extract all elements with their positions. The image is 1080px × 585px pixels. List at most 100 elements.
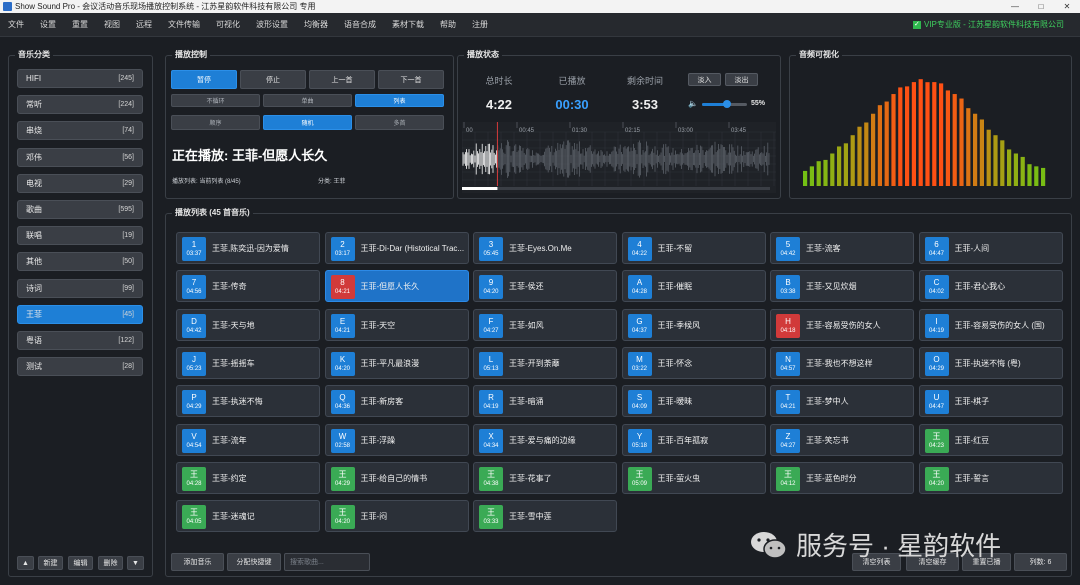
menu-file-transfer[interactable]: 文件传输 xyxy=(160,19,208,30)
multi-button[interactable]: 多首 xyxy=(355,115,444,130)
add-music-button[interactable]: 添加音乐 xyxy=(171,553,224,571)
menu-reset[interactable]: 重置 xyxy=(64,19,96,30)
new-category-button[interactable]: 新建 xyxy=(38,556,63,570)
song-tile[interactable]: Z 04:27 王菲-笑忘书 xyxy=(770,423,914,456)
edit-category-button[interactable]: 编辑 xyxy=(68,556,93,570)
song-tile[interactable]: R 04:19 王菲-暗涌 xyxy=(473,385,617,418)
category-item[interactable]: HIFI [245] xyxy=(17,69,143,88)
sequential-button[interactable]: 顺序 xyxy=(171,115,260,130)
single-loop-button[interactable]: 单曲 xyxy=(263,94,352,107)
assign-hotkey-button[interactable]: 分配快捷键 xyxy=(227,553,281,571)
song-tile[interactable]: 6 04:47 王菲-人间 xyxy=(918,232,1063,264)
song-tile[interactable]: 王 04:28 王菲-约定 xyxy=(176,461,320,494)
song-tile[interactable]: G 04:37 王菲-季候风 xyxy=(621,308,766,341)
random-button[interactable]: 随机 xyxy=(263,115,352,130)
category-item[interactable]: 电视 [29] xyxy=(17,173,143,193)
stop-button[interactable]: 停止 xyxy=(240,70,306,89)
move-down-button[interactable]: ▼ xyxy=(127,556,144,570)
song-tile[interactable]: J 05:23 王菲-摇摇车 xyxy=(176,346,320,379)
song-tile[interactable]: 9 04:20 王菲-侯还 xyxy=(473,270,617,303)
next-button[interactable]: 下一首 xyxy=(378,70,444,89)
close-icon[interactable]: ✕ xyxy=(1054,0,1080,13)
song-tile[interactable]: I 04:19 王菲-容易受伤的女人 (国) xyxy=(918,308,1063,341)
song-tile[interactable]: Y 05:18 王菲-百年孤寂 xyxy=(621,423,766,456)
song-tile[interactable]: W 02:58 王菲-浮躁 xyxy=(324,423,469,456)
category-item[interactable]: 串烧 [74] xyxy=(17,121,143,141)
menu-file[interactable]: 文件 xyxy=(0,19,32,30)
list-loop-button[interactable]: 列表 xyxy=(355,94,444,107)
search-input[interactable] xyxy=(284,553,370,571)
no-loop-button[interactable]: 不循环 xyxy=(171,94,260,107)
previous-button[interactable]: 上一首 xyxy=(309,70,375,89)
song-tile[interactable]: 王 04:05 王菲-迷魂记 xyxy=(176,500,320,533)
song-tile[interactable]: B 03:38 王菲-又见炊烟 xyxy=(770,270,914,303)
song-hotkey: 王 xyxy=(190,508,198,518)
fade-in-button[interactable]: 淡入 xyxy=(688,73,721,86)
song-tile[interactable]: 8 04:21 王菲-但愿人长久 xyxy=(324,270,469,303)
menu-download[interactable]: 素材下载 xyxy=(384,19,432,30)
move-up-button[interactable]: ▲ xyxy=(17,556,34,570)
song-tile[interactable]: K 04:20 王菲-平凡最浪漫 xyxy=(324,346,469,379)
song-tile[interactable]: 7 04:56 王菲-传奇 xyxy=(176,270,320,303)
song-tile[interactable]: F 04:27 王菲-如风 xyxy=(473,308,617,341)
song-tile[interactable]: 王 04:12 王菲-蓝色时分 xyxy=(770,461,914,494)
menu-settings[interactable]: 设置 xyxy=(32,19,64,30)
song-tile[interactable]: V 04:54 王菲-流年 xyxy=(176,423,320,456)
song-tile[interactable]: O 04:29 王菲-执迷不悔 (粤) xyxy=(918,346,1063,379)
song-tile[interactable]: T 04:21 王菲-梦中人 xyxy=(770,385,914,418)
song-tile[interactable]: 王 05:09 王菲-萤火虫 xyxy=(621,461,766,494)
minimize-icon[interactable]: — xyxy=(1002,0,1028,13)
category-item[interactable]: 联唱 [19] xyxy=(17,226,143,246)
volume-slider[interactable] xyxy=(702,100,747,108)
menu-tts[interactable]: 语音合成 xyxy=(336,19,384,30)
song-tile[interactable]: 王 04:20 王菲-誓言 xyxy=(918,461,1063,494)
category-item[interactable]: 歌曲 [595] xyxy=(17,200,143,219)
menu-remote[interactable]: 远程 xyxy=(128,19,160,30)
category-item[interactable]: 其他 [50] xyxy=(17,252,143,272)
song-tile[interactable]: 1 03:37 王菲,陈奕迅-因为爱情 xyxy=(176,232,320,264)
song-tile[interactable]: 王 04:29 王菲-给自己的情书 xyxy=(324,461,469,494)
song-tile[interactable]: E 04:21 王菲-天空 xyxy=(324,308,469,341)
song-tile[interactable]: U 04:47 王菲-棋子 xyxy=(918,385,1063,418)
category-item[interactable]: 常听 [224] xyxy=(17,95,143,115)
song-tile[interactable]: L 05:13 王菲-开到荼蘼 xyxy=(473,346,617,379)
maximize-icon[interactable]: □ xyxy=(1028,0,1054,13)
song-tile[interactable]: 3 05:45 王菲-Eyes.On.Me xyxy=(473,232,617,264)
song-tile[interactable]: N 04:57 王菲-我也不想这样 xyxy=(770,346,914,379)
song-tile[interactable]: 王 04:38 王菲-花事了 xyxy=(473,461,617,494)
song-tile[interactable]: 王 04:20 王菲-闷 xyxy=(324,500,469,533)
song-tile[interactable]: 5 04:42 王菲-流客 xyxy=(770,232,914,264)
menu-waveform[interactable]: 波形设置 xyxy=(248,19,296,30)
category-item[interactable]: 邓伟 [56] xyxy=(17,147,143,167)
fade-out-button[interactable]: 淡出 xyxy=(725,73,758,86)
song-tile[interactable]: S 04:09 王菲-暧昧 xyxy=(621,385,766,418)
song-tile[interactable]: A 04:28 王菲-催眠 xyxy=(621,270,766,303)
song-hotkey-badge: T 04:21 xyxy=(776,390,800,415)
pause-button[interactable]: 暂停 xyxy=(171,70,237,89)
category-item[interactable]: 王菲 [45] xyxy=(17,304,143,324)
song-tile[interactable]: H 04:18 王菲-容易受伤的女人 xyxy=(770,308,914,341)
menu-register[interactable]: 注册 xyxy=(464,19,496,30)
columns-button[interactable]: 列数: 6 xyxy=(1014,553,1067,571)
waveform-display[interactable]: 00 00:45 01:30 02:15 03:00 03:45 xyxy=(462,122,776,193)
category-item[interactable]: 粤语 [122] xyxy=(17,331,143,350)
song-tile[interactable]: P 04:29 王菲-执迷不悔 xyxy=(176,385,320,418)
song-tile[interactable]: D 04:42 王菲-天与地 xyxy=(176,308,320,341)
song-tile[interactable]: X 04:34 王菲-爱与痛的边缘 xyxy=(473,423,617,456)
category-item[interactable]: 诗词 [99] xyxy=(17,278,143,298)
menu-help[interactable]: 帮助 xyxy=(432,19,464,30)
song-tile[interactable]: 王 03:33 王菲-雪中莲 xyxy=(473,500,617,533)
volume-knob[interactable] xyxy=(722,100,731,108)
delete-category-button[interactable]: 删除 xyxy=(98,556,123,570)
menu-visualization[interactable]: 可视化 xyxy=(208,19,248,30)
song-hotkey: E xyxy=(339,316,346,326)
menu-equalizer[interactable]: 均衡器 xyxy=(296,19,336,30)
menu-view[interactable]: 视图 xyxy=(96,19,128,30)
song-tile[interactable]: C 04:02 王菲-君心我心 xyxy=(918,270,1063,303)
song-tile[interactable]: 4 04:22 王菲-不留 xyxy=(621,232,766,264)
song-tile[interactable]: Q 04:36 王菲-新房客 xyxy=(324,385,469,418)
song-tile[interactable]: 2 03:17 王菲-Di-Dar (Histotical Trac... xyxy=(324,232,469,264)
category-item[interactable]: 测试 [28] xyxy=(17,357,143,377)
song-tile[interactable]: M 03:22 王菲-怀念 xyxy=(621,346,766,379)
song-tile[interactable]: 王 04:23 王菲-红豆 xyxy=(918,423,1063,456)
